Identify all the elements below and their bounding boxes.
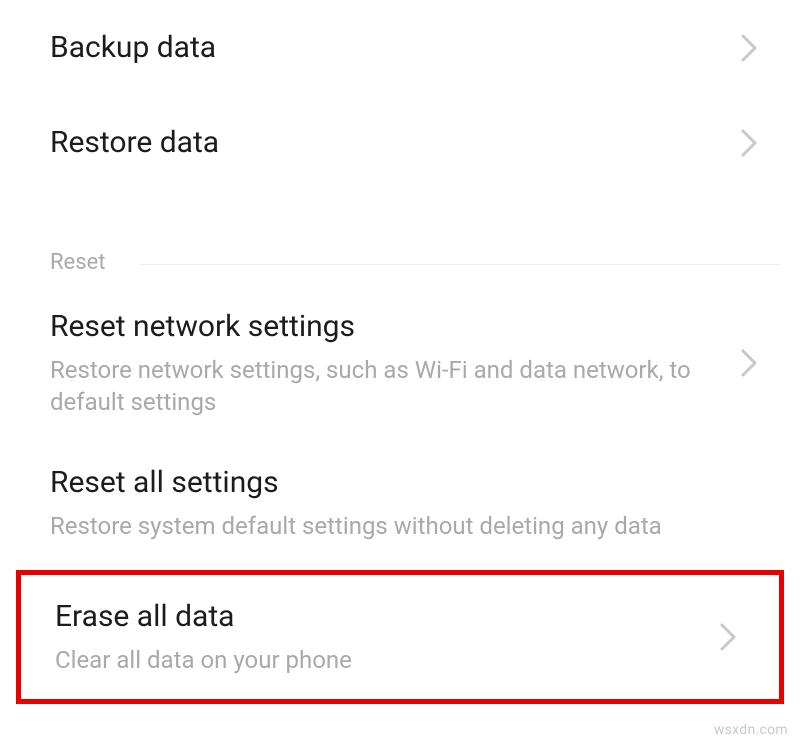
chevron-right-icon (740, 33, 758, 63)
reset-all-title: Reset all settings (50, 463, 720, 502)
chevron-right-icon (740, 348, 758, 378)
chevron-right-icon (740, 128, 758, 158)
section-label: Reset (50, 250, 105, 275)
reset-all-subtitle: Restore system default settings without … (50, 510, 720, 542)
settings-list: Backup data Restore data Reset Reset net… (0, 0, 800, 704)
erase-subtitle: Clear all data on your phone (55, 644, 715, 676)
reset-section-header: Reset (0, 250, 800, 285)
restore-data-item[interactable]: Restore data (0, 95, 800, 190)
erase-title: Erase all data (55, 597, 715, 636)
backup-title: Backup data (50, 28, 720, 67)
backup-data-item[interactable]: Backup data (0, 0, 800, 95)
restore-title: Restore data (50, 123, 720, 162)
watermark: wsxdn.com (714, 722, 788, 738)
reset-network-item[interactable]: Reset network settings Restore network s… (0, 285, 800, 441)
reset-network-title: Reset network settings (50, 307, 720, 346)
erase-all-data-item[interactable]: Erase all data Clear all data on your ph… (16, 570, 784, 703)
chevron-right-icon (719, 622, 737, 652)
section-divider (140, 264, 780, 265)
reset-network-subtitle: Restore network settings, such as Wi-Fi … (50, 354, 720, 419)
reset-all-settings-item[interactable]: Reset all settings Restore system defaul… (0, 441, 800, 564)
